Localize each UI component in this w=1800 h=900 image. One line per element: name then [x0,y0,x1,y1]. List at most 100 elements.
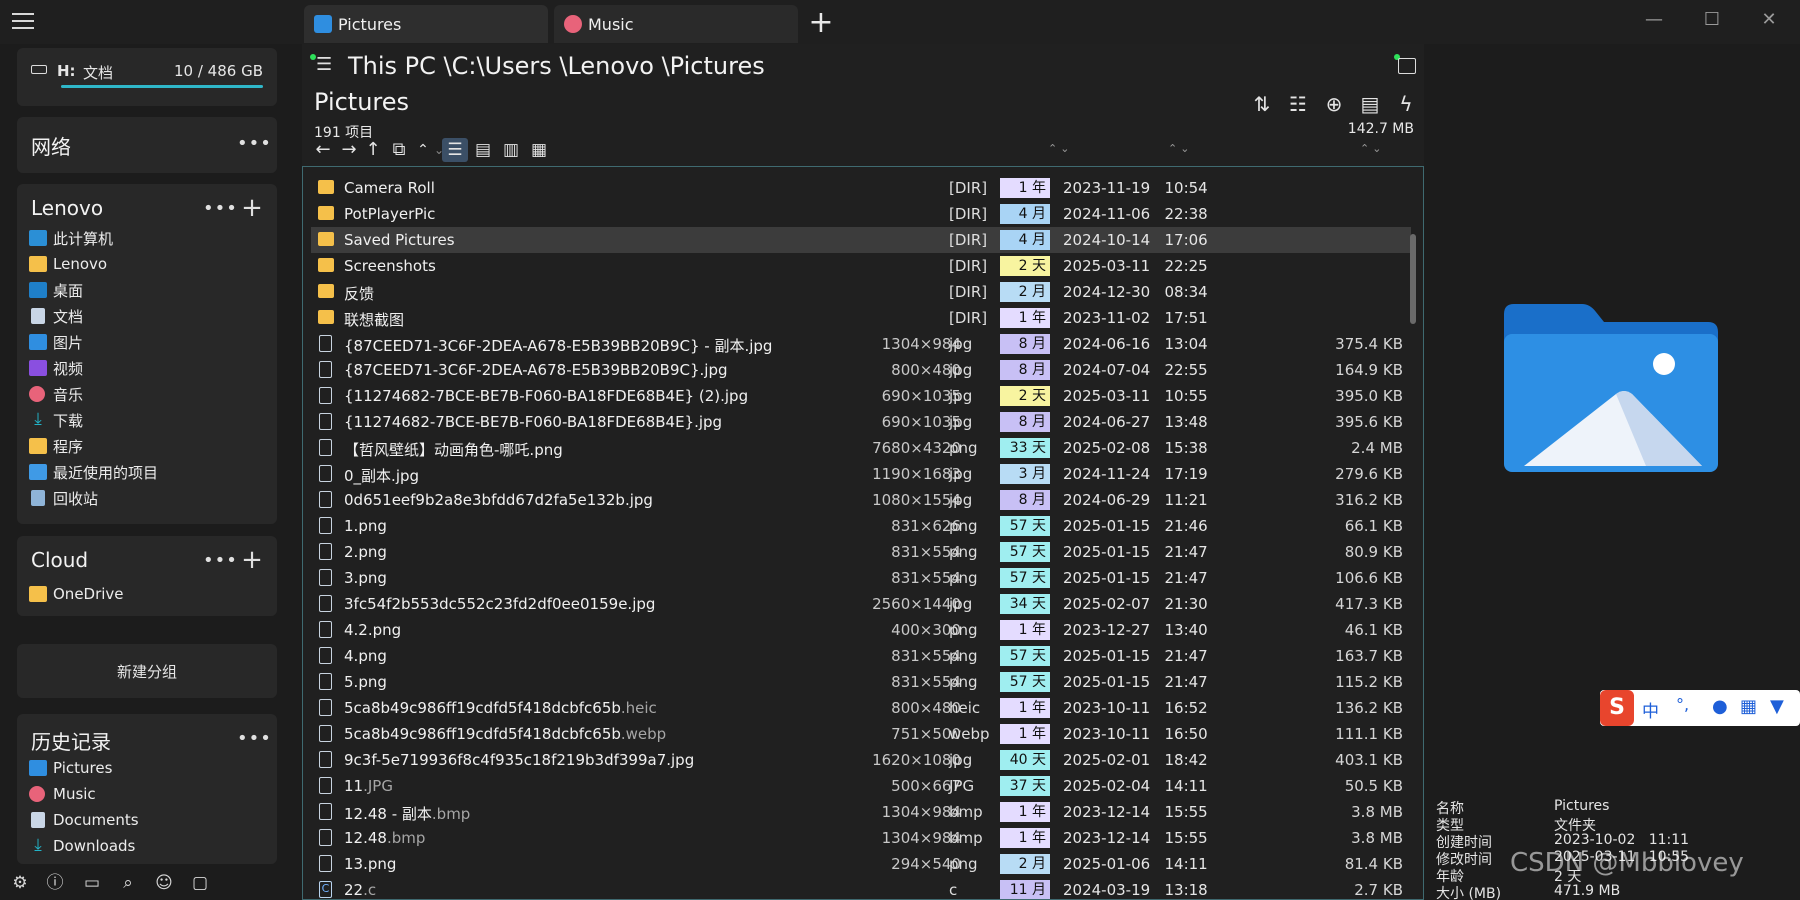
sidebar-item-recycle-bin[interactable]: 回收站 [29,486,98,510]
file-row[interactable]: 5ca8b49c986ff19cdfd5f418dcbfc65b.webp 751… [311,721,1411,747]
robot-icon[interactable]: ☺ [153,872,175,894]
file-row[interactable]: 3.png 831×554 png 57 天 2025-01-15 21:47 106.6… [311,565,1411,591]
details-view-icon[interactable]: ☰ [442,138,468,162]
ime-toolbar[interactable]: S 中 °, ● ▦ ▼ [1600,690,1800,726]
lenovo-title[interactable]: Lenovo [31,196,103,220]
clipboard-icon[interactable]: ▤ [1356,90,1384,118]
ime-chinese-mode[interactable]: 中 [1642,697,1659,722]
search-icon[interactable]: ⌕ [117,872,139,894]
close-icon[interactable]: ✕ [1757,10,1781,30]
minimize-icon[interactable]: — [1642,10,1666,30]
more-icon[interactable]: ••• [203,198,237,224]
file-row[interactable]: 3fc54f2b553dc552c23fd2df0ee0159e.jpg 2560… [311,591,1411,617]
file-row[interactable]: {11274682-7BCE-BE7B-F060-BA18FDE68B4E} (… [311,383,1411,409]
up-icon[interactable]: ↑ [362,139,384,161]
folder-row[interactable]: PotPlayerPic [DIR] 4 月 2024-11-06 22:38 [311,201,1411,227]
scrollbar[interactable] [1410,234,1416,324]
screen-icon[interactable]: ▢ [189,872,211,894]
tab-music[interactable]: Music [554,5,798,43]
file-row[interactable]: 2.png 831×554 png 57 天 2025-01-15 21:47 80.9 … [311,539,1411,565]
skin-icon[interactable]: ▼ [1770,696,1784,717]
maximize-icon[interactable]: ☐ [1700,10,1724,30]
file-list[interactable]: Camera Roll [DIR] 1 年 2023-11-19 10:54 PotPl… [302,166,1424,900]
microphone-icon[interactable]: ● [1712,696,1728,717]
file-row[interactable]: 9c3f-5e719936f8c4f935c18f219b3df399a7.jp… [311,747,1411,773]
sidebar-item-music[interactable]: 音乐 [29,382,83,406]
cloud-title[interactable]: Cloud [31,548,88,572]
file-row[interactable]: 13.png 294×540 png 2 月 2025-01-06 14:11 81.4 … [311,851,1411,877]
file-row[interactable]: 5.png 831×554 png 57 天 2025-01-15 21:47 115.2… [311,669,1411,695]
history-item-music[interactable]: Music [29,782,96,806]
menu-icon[interactable] [8,8,36,34]
file-row[interactable]: 12.48 - 副本.bmp 1304×984 bmp 1 年 2023-12-14 1… [311,799,1411,825]
address-bar[interactable]: ☰ This PC \C:\Users \Lenovo \Pictures [302,48,1424,88]
file-row[interactable]: 4.2.png 400×300 png 1 年 2023-12-27 13:40 46.1… [311,617,1411,643]
file-name: 12.48 - 副本.bmp [344,803,470,824]
add-icon[interactable]: + [239,547,265,574]
network-title[interactable]: 网络 [31,131,71,160]
panel-icon[interactable]: ▭ [81,872,103,894]
drive-card[interactable]: H: 文档 10 / 486 GB [17,48,277,106]
file-row[interactable]: 11.JPG 500×667 JPG 37 天 2025-02-04 14:11 50.5… [311,773,1411,799]
file-row[interactable]: 12.48.bmp 1304×984 bmp 1 年 2023-12-14 15:55 3… [311,825,1411,851]
file-row[interactable]: 5ca8b49c986ff19cdfd5f418dcbfc65b.heic 800… [311,695,1411,721]
new-tab-button[interactable]: + [806,8,836,40]
path-text[interactable]: This PC \C:\Users \Lenovo \Pictures [348,52,765,80]
sidebar-item-recent[interactable]: 最近使用的项目 [29,460,158,484]
new-group-button[interactable]: 新建分组 [17,644,277,698]
file-row[interactable]: {87CEED71-3C6F-2DEA-A678-E5B39BB20B9C}.j… [311,357,1411,383]
tiles-view-icon[interactable]: ▥ [498,138,524,162]
info-icon[interactable]: ⓘ [44,872,66,894]
sidebar-item-downloads[interactable]: ⤓ 下载 [29,408,83,432]
list-icon[interactable]: ☰ [316,54,332,75]
add-icon[interactable]: + [239,195,265,222]
list-view-icon[interactable]: ▤ [470,138,496,162]
file-row[interactable]: {11274682-7BCE-BE7B-F060-BA18FDE68B4E}.j… [311,409,1411,435]
details-list-icon[interactable]: ☷ [1284,90,1312,118]
sidebar-item-programs[interactable]: 程序 [29,434,83,458]
sogou-icon[interactable]: S [1600,690,1634,726]
columns-icon[interactable] [1398,58,1416,74]
file-row[interactable]: 4.png 831×554 png 57 天 2025-01-15 21:47 163.7… [311,643,1411,669]
sidebar-item-this-pc[interactable]: 此计算机 [29,226,113,250]
sort-arrows-icon[interactable]: ⌃⌄ [1168,142,1192,155]
more-icon[interactable]: ••• [203,550,237,576]
sort-icon[interactable]: ⇅ [1248,90,1276,118]
history-item-pictures[interactable]: Pictures [29,756,112,780]
forward-icon[interactable]: → [338,139,360,161]
folder-row[interactable]: 联想截图 [DIR] 1 年 2023-11-02 17:51 [311,305,1411,331]
back-icon[interactable]: ← [312,139,334,161]
folder-row[interactable]: Camera Roll [DIR] 1 年 2023-11-19 10:54 [311,175,1411,201]
document-icon [31,308,45,324]
history-title[interactable]: 历史记录 [31,726,111,755]
history-item-documents[interactable]: Documents [29,808,139,832]
sidebar-item-documents[interactable]: 文档 [29,304,83,328]
file-row[interactable]: 0d651eef9b2a8e3bfdd67d2fa5e132b.jpg 1080×… [311,487,1411,513]
sidebar-item-lenovo[interactable]: Lenovo [29,252,107,276]
sidebar-item-videos[interactable]: 视频 [29,356,83,380]
file-row[interactable]: 0_副本.jpg 1190×1683 jpg 3 月 2024-11-24 17:19 2… [311,461,1411,487]
more-icon[interactable]: ••• [237,728,271,754]
more-icon[interactable]: ••• [237,133,271,159]
sort-arrows-icon[interactable]: ⌃⌄ [1048,142,1072,155]
sidebar-item-onedrive[interactable]: OneDrive [29,582,124,606]
sidebar-item-pictures[interactable]: 图片 [29,330,83,354]
file-row[interactable]: 1.png 831×626 png 57 天 2025-01-15 21:46 66.1 … [311,513,1411,539]
folder-row[interactable]: Screenshots [DIR] 2 天 2025-03-11 22:25 [311,253,1411,279]
history-item-downloads[interactable]: ⤓ Downloads [29,834,135,858]
folder-row[interactable]: 反馈 [DIR] 2 月 2024-12-30 08:34 [311,279,1411,305]
ime-punct-mode[interactable]: °, [1676,695,1689,714]
keyboard-icon[interactable]: ▦ [1740,696,1757,717]
lightning-icon[interactable]: ϟ [1392,90,1420,118]
tab-pictures[interactable]: Pictures [304,5,548,43]
sidebar-item-desktop[interactable]: 桌面 [29,278,83,302]
grid-view-icon[interactable]: ▦ [526,138,552,162]
settings-icon[interactable]: ⚙ [9,872,31,894]
add-circle-icon[interactable]: ⊕ [1320,90,1348,118]
file-row[interactable]: C 22.c c 11 月 2024-03-19 13:18 2.7 KB [311,877,1411,899]
folder-row[interactable]: Saved Pictures [DIR] 4 月 2024-10-14 17:06 [311,227,1411,253]
file-row[interactable]: {87CEED71-3C6F-2DEA-A678-E5B39BB20B9C} -… [311,331,1411,357]
new-folder-icon[interactable]: ⧉ [388,139,410,161]
sort-arrows-icon[interactable]: ⌃⌄ [1360,142,1384,155]
file-row[interactable]: 【哲风壁纸】动画角色-哪吒.png 7680×4320 png 33 天 2025-02… [311,435,1411,461]
